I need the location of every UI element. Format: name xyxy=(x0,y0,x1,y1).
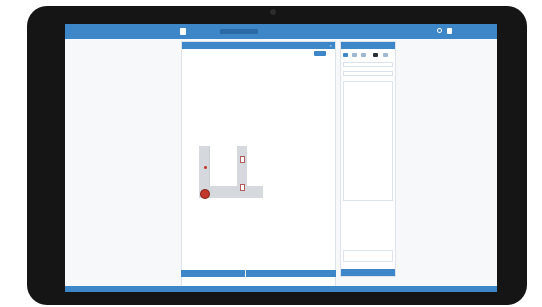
canvas-bottom-left[interactable] xyxy=(181,270,245,277)
properties-panel xyxy=(340,41,396,277)
top-navbar xyxy=(65,24,497,39)
canvas-action-button[interactable] xyxy=(314,51,326,56)
selected-pin-icon[interactable] xyxy=(200,189,210,199)
copy-icon[interactable] xyxy=(361,53,366,57)
edit-icon[interactable] xyxy=(352,53,357,57)
close-icon[interactable]: × xyxy=(330,42,332,49)
floorplan-room[interactable] xyxy=(209,146,239,186)
app-screen: × xyxy=(65,24,497,292)
app-footer xyxy=(65,286,497,292)
canvas-bottom-toolbar[interactable] xyxy=(246,270,336,277)
gear-icon[interactable] xyxy=(437,28,442,33)
delete-icon[interactable] xyxy=(383,53,388,57)
app-title[interactable] xyxy=(220,29,258,34)
floorplan-wall-right xyxy=(237,146,247,186)
canvas-header: × xyxy=(182,42,335,49)
flag-icon[interactable] xyxy=(373,53,378,57)
location-pin-icon[interactable] xyxy=(204,166,207,169)
user-icon[interactable] xyxy=(447,28,452,34)
camera-icon xyxy=(270,9,276,15)
properties-select[interactable] xyxy=(343,71,393,76)
properties-search-input[interactable] xyxy=(343,62,393,67)
logo-icon[interactable] xyxy=(180,28,186,35)
room-marker[interactable] xyxy=(240,156,245,163)
properties-toolbar xyxy=(343,52,393,58)
room-marker[interactable] xyxy=(240,184,245,191)
floorplan-canvas-panel: × xyxy=(181,41,395,288)
add-icon[interactable] xyxy=(343,53,348,57)
properties-header xyxy=(341,42,395,49)
list-item[interactable] xyxy=(346,115,390,118)
properties-info xyxy=(343,250,393,262)
properties-footer-button[interactable] xyxy=(341,269,395,276)
properties-list xyxy=(343,81,393,201)
